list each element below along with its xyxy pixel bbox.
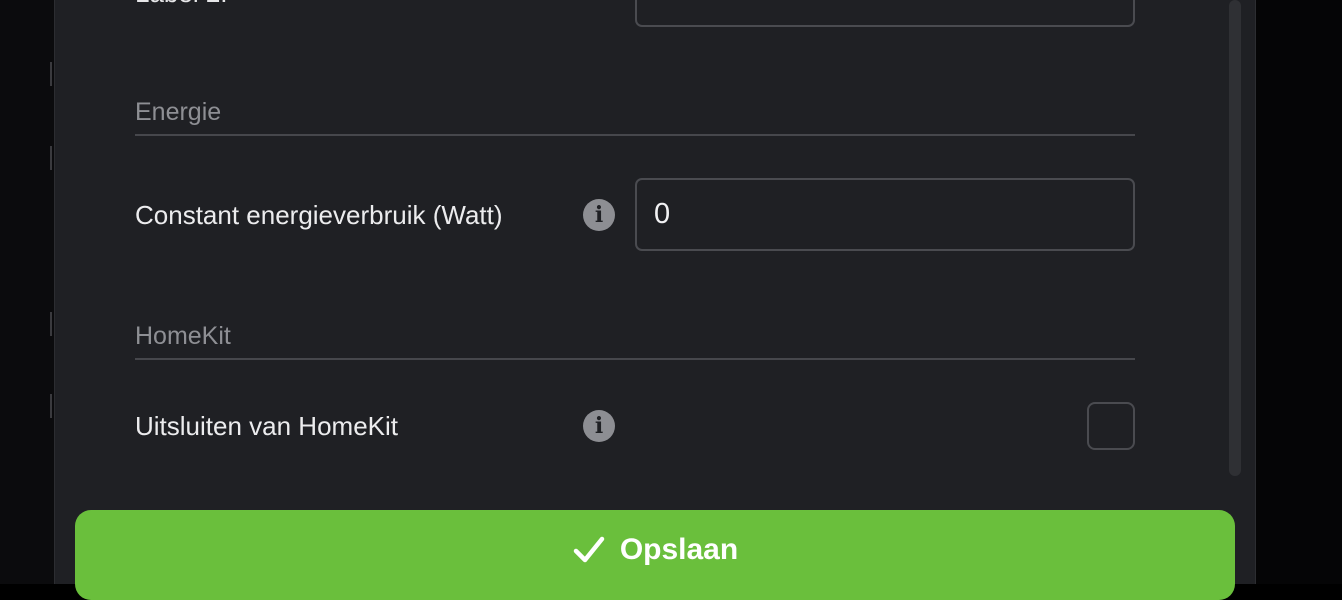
- background-content-edge: [0, 0, 56, 584]
- dialog-scrollbar[interactable]: [1229, 0, 1241, 476]
- settings-dialog: [54, 0, 1256, 584]
- info-icon[interactable]: i: [583, 410, 615, 442]
- check-icon: [573, 536, 605, 563]
- exclude-homekit-checkbox[interactable]: [1087, 402, 1135, 450]
- save-button-content: Opslaan: [572, 532, 738, 568]
- exclude-homekit-label: Uitsluiten van HomeKit: [135, 411, 398, 441]
- background-mark: [50, 62, 52, 86]
- background-mark: [50, 394, 52, 418]
- background-mark: [50, 312, 52, 336]
- constant-energy-input[interactable]: 0: [635, 178, 1135, 251]
- info-icon[interactable]: i: [583, 199, 615, 231]
- partial-row-label: Label 2:: [135, 0, 228, 8]
- background-mark: [50, 146, 52, 170]
- save-button-label: Opslaan: [619, 533, 739, 566]
- save-button[interactable]: Opslaan: [75, 510, 1235, 600]
- constant-energy-label: Constant energieverbruik (Watt): [135, 200, 503, 230]
- partial-row-input[interactable]: Not used: [635, 0, 1135, 27]
- section-title-energie: Energie: [135, 97, 1135, 136]
- section-title-homekit: HomeKit: [135, 321, 1135, 360]
